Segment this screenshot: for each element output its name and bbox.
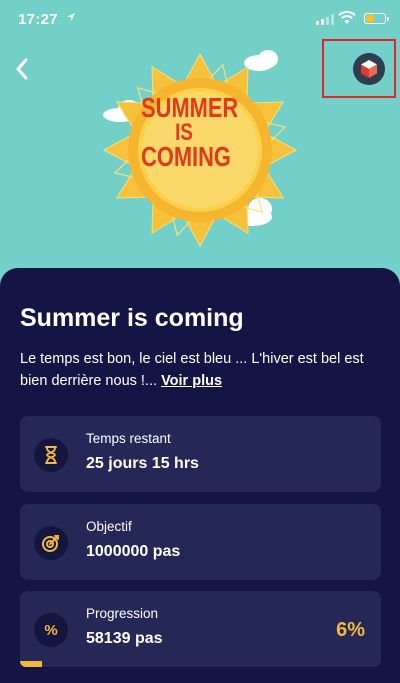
cube-icon [361, 60, 377, 78]
stat-value: 1000000 pas [86, 543, 181, 560]
stat-card-time-remaining: Temps restant 25 jours 15 hrs [20, 416, 381, 492]
wifi-icon [338, 11, 356, 25]
hero-title-line: COMING [141, 141, 231, 173]
target-icon [34, 526, 68, 560]
stat-value: 25 jours 15 hrs [86, 455, 199, 472]
challenge-description: Le temps est bon, le ciel est bleu ... L… [20, 348, 380, 392]
percent-icon: % [34, 613, 68, 647]
cube-button[interactable] [353, 53, 385, 85]
battery-icon [364, 13, 389, 24]
hero-title: SUMMER IS COMING [129, 92, 239, 173]
back-button[interactable] [10, 54, 34, 84]
status-time: 17:27 [18, 11, 58, 28]
location-arrow-icon [66, 12, 76, 25]
progress-bar-fill [20, 661, 42, 667]
stat-label: Temps restant [86, 431, 171, 446]
challenge-panel: Summer is coming Le temps est bon, le ci… [0, 268, 400, 683]
stat-label: Objectif [86, 519, 132, 534]
progress-bar [20, 661, 381, 667]
stat-card-goal: Objectif 1000000 pas [20, 504, 381, 580]
hourglass-icon [34, 438, 68, 472]
progress-percent: 6% [336, 619, 365, 641]
stat-label: Progression [86, 606, 159, 621]
see-more-link[interactable]: Voir plus [161, 373, 222, 389]
chevron-left-icon [16, 58, 28, 80]
stat-card-progress: % Progression 58139 pas 6% [20, 591, 381, 667]
challenge-title: Summer is coming [20, 304, 244, 332]
hero-title-line: SUMMER [141, 92, 239, 123]
status-bar: 17:27 [0, 0, 400, 36]
cellular-signal-icon [316, 14, 334, 25]
stat-value: 58139 pas [86, 630, 163, 647]
